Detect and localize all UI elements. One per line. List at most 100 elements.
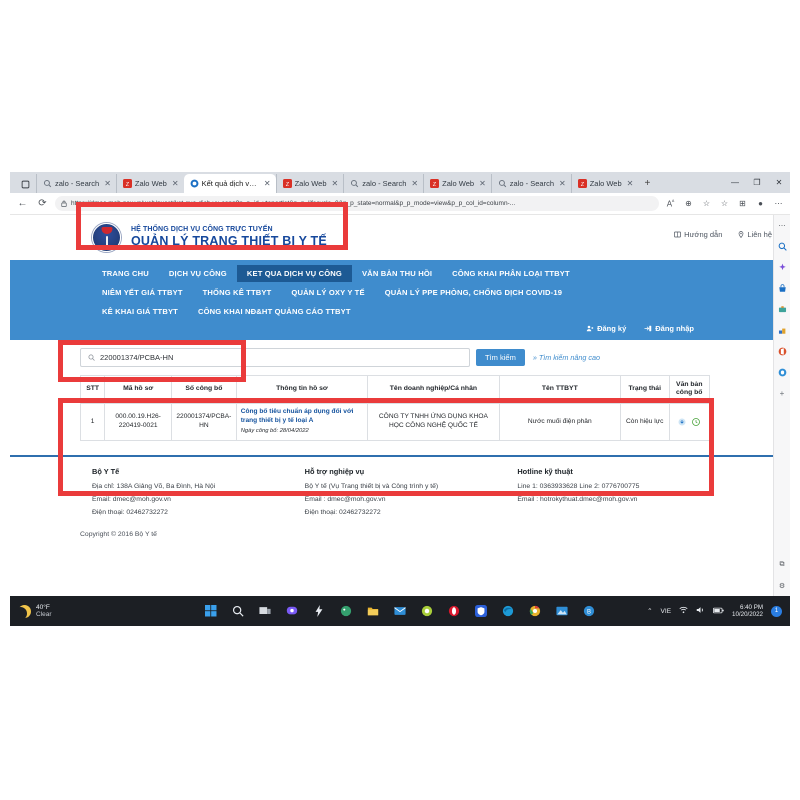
tab-close-icon[interactable]: ✕ xyxy=(479,179,486,188)
sidebar-more-icon[interactable]: ⋯ xyxy=(776,219,789,232)
opera-icon[interactable] xyxy=(446,603,462,619)
results-table: STT Mã hồ sơ Số công bố Thông tin hồ sơ … xyxy=(79,375,710,441)
nav-item-van-ban-thu-hoi[interactable]: VĂN BẢN THU HỒI xyxy=(352,265,442,282)
zalo-icon: Z xyxy=(577,179,587,188)
document-title-link[interactable]: Công bố tiêu chuẩn áp dụng đối với trang… xyxy=(241,408,363,425)
tray-chevron-icon[interactable]: ⌃ xyxy=(647,607,652,615)
results-table-container: STT Mã hồ sơ Số công bố Thông tin hồ sơ … xyxy=(10,375,790,441)
sidebar-copilot-icon[interactable] xyxy=(776,261,789,274)
view-certificate-icon[interactable] xyxy=(692,417,701,426)
taskbar-weather-widget[interactable]: 40°F Clear xyxy=(10,604,150,619)
wifi-icon[interactable] xyxy=(679,606,688,616)
teams-chat-icon[interactable] xyxy=(284,603,300,619)
tab-close-icon[interactable]: ✕ xyxy=(332,179,339,188)
browser-tab[interactable]: Z Zalo Web ✕ xyxy=(115,174,184,193)
unikey-icon[interactable] xyxy=(419,603,435,619)
site-header: HỆ THỐNG DỊCH VỤ CÔNG TRỰC TUYẾN QUẢN LÝ… xyxy=(10,215,790,260)
browser-tab[interactable]: zalo - Search ✕ xyxy=(343,174,423,193)
nav-item-cong-khai-phan-loai-ttbyt[interactable]: CÔNG KHAI PHÂN LOẠI TTBYT xyxy=(442,265,580,282)
tab-close-icon[interactable]: ✕ xyxy=(559,179,566,188)
maximize-button[interactable]: ❐ xyxy=(746,178,768,187)
volume-icon[interactable] xyxy=(696,606,705,616)
favorite-star-icon[interactable]: ☆ xyxy=(718,199,731,208)
url-input[interactable]: https://dmec.moh.gov.vn/web/guest/ket-qu… xyxy=(55,196,659,211)
search-input-value: 220001374/PCBA-HN xyxy=(100,353,174,362)
file-explorer-icon[interactable] xyxy=(365,603,381,619)
nav-item-trang-chu[interactable]: TRANG CHU xyxy=(92,265,159,282)
download-document-icon[interactable] xyxy=(678,418,686,426)
sidebar-settings-icon[interactable]: ⚙ xyxy=(776,579,789,592)
sidebar-add-icon[interactable]: + xyxy=(776,387,789,400)
advanced-search-link[interactable]: » Tìm kiếm nâng cao xyxy=(533,353,600,362)
header-link-contact[interactable]: Liên hệ xyxy=(738,230,772,239)
sidebar-outlook-icon[interactable] xyxy=(776,366,789,379)
tab-search-icon[interactable] xyxy=(14,175,36,193)
nav-item-ke-khai-gia-ttbyt[interactable]: KÊ KHAI GIÁ TTBYT xyxy=(92,303,188,320)
sidebar-tools-icon[interactable] xyxy=(776,303,789,316)
lightning-icon[interactable] xyxy=(311,603,327,619)
sidebar-search-icon[interactable] xyxy=(776,240,789,253)
tab-close-icon[interactable]: ✕ xyxy=(264,179,271,188)
zoom-icon[interactable]: ⊕ xyxy=(682,199,695,208)
sidebar-games-icon[interactable] xyxy=(776,324,789,337)
close-window-button[interactable]: ✕ xyxy=(768,178,790,187)
reload-button[interactable]: ⟳ xyxy=(35,198,50,209)
search-button[interactable]: Tìm kiếm xyxy=(476,349,525,366)
chrome-icon[interactable] xyxy=(527,603,543,619)
paint-icon[interactable] xyxy=(338,603,354,619)
nav-item-quan-ly-oxy-y-te[interactable]: QUẢN LÝ OXY Y TẾ xyxy=(281,284,374,301)
sidebar-shopping-icon[interactable] xyxy=(776,282,789,295)
tab-close-icon[interactable]: ✕ xyxy=(104,179,111,188)
new-tab-button[interactable]: + xyxy=(638,174,656,193)
browser-tab-active[interactable]: Kết quả dịch vụ c ✕ xyxy=(183,174,276,193)
zalo-icon[interactable]: B xyxy=(581,603,597,619)
tab-close-icon[interactable]: ✕ xyxy=(627,179,634,188)
tab-close-icon[interactable]: ✕ xyxy=(172,179,179,188)
search-input[interactable]: 220001374/PCBA-HN xyxy=(80,348,470,367)
header-link-guide[interactable]: Hướng dẫn xyxy=(674,230,722,239)
footer-column-title: Hotline kỹ thuật xyxy=(517,466,573,476)
browser-tab[interactable]: Z Zalo Web ✕ xyxy=(570,174,639,193)
battery-icon[interactable] xyxy=(713,607,724,616)
sidebar-screenshot-icon[interactable]: ⧉ xyxy=(776,558,789,571)
back-button[interactable]: ← xyxy=(15,198,30,209)
cell-ma-ho-so: 000.00.19.H26-220419-0021 xyxy=(104,402,172,441)
nav-item-niem-yet-gia-ttbyt[interactable]: NIÊM YẾT GIÁ TTBYT xyxy=(92,284,193,301)
minimize-button[interactable]: — xyxy=(724,178,746,187)
nav-item-thong-ke-ttbyt[interactable]: THỐNG KÊ TTBYT xyxy=(193,284,282,301)
tab-close-icon[interactable]: ✕ xyxy=(411,179,418,188)
sidebar-office-icon[interactable] xyxy=(776,345,789,358)
tab-label: zalo - Search xyxy=(509,179,554,188)
brave-icon[interactable] xyxy=(473,603,489,619)
browser-tab[interactable]: zalo - Search ✕ xyxy=(36,174,116,193)
tab-label: zalo - Search xyxy=(55,179,100,188)
nav-item-quan-ly-ppe-covid[interactable]: QUẢN LÝ PPE PHÒNG, CHỐNG DỊCH COVID-19 xyxy=(375,284,572,301)
browser-address-bar: ← ⟳ https://dmec.moh.gov.vn/web/guest/ke… xyxy=(10,193,790,215)
taskbar-clock[interactable]: 6:40 PM 10/20/2022 xyxy=(732,604,763,619)
language-indicator[interactable]: VIE xyxy=(661,608,671,615)
table-row[interactable]: 1 000.00.19.H26-220419-0021 220001374/PC… xyxy=(79,402,710,441)
nav-item-cong-khai-quang-cao-ttbyt[interactable]: CÔNG KHAI NĐ&HT QUẢNG CÁO TTBYT xyxy=(188,303,361,320)
collections-icon[interactable]: ⊞ xyxy=(736,199,749,208)
browser-tab[interactable]: Z Zalo Web ✕ xyxy=(423,174,491,193)
taskbar-system-tray: ⌃ VIE 6:40 PM 10/20/2022 1 xyxy=(647,604,790,619)
profile-icon[interactable]: ● xyxy=(754,199,767,208)
svg-text:Z: Z xyxy=(126,182,130,188)
lock-icon xyxy=(61,200,67,207)
nav-item-ket-qua-dich-vu-cong[interactable]: KET QUA DỊCH VỤ CÔNG xyxy=(236,265,352,282)
search-icon[interactable] xyxy=(230,603,246,619)
photos-icon[interactable] xyxy=(554,603,570,619)
register-link[interactable]: Đăng ký xyxy=(586,324,626,333)
notification-badge[interactable]: 1 xyxy=(771,605,782,617)
settings-more-icon[interactable]: ⋯ xyxy=(772,199,785,208)
read-aloud-icon[interactable]: Aᴬ xyxy=(664,199,677,209)
mail-icon[interactable] xyxy=(392,603,408,619)
collections-favorites-icon[interactable]: ☆ xyxy=(700,199,713,208)
task-view-icon[interactable] xyxy=(257,603,273,619)
nav-item-dich-vu-cong[interactable]: DỊCH VỤ CÔNG xyxy=(159,265,237,282)
edge-icon[interactable] xyxy=(500,603,516,619)
browser-tab[interactable]: Z Zalo Web ✕ xyxy=(275,174,344,193)
login-link[interactable]: Đăng nhập xyxy=(644,324,694,333)
browser-tab[interactable]: zalo - Search ✕ xyxy=(490,174,571,193)
start-windows-icon[interactable] xyxy=(203,603,219,619)
